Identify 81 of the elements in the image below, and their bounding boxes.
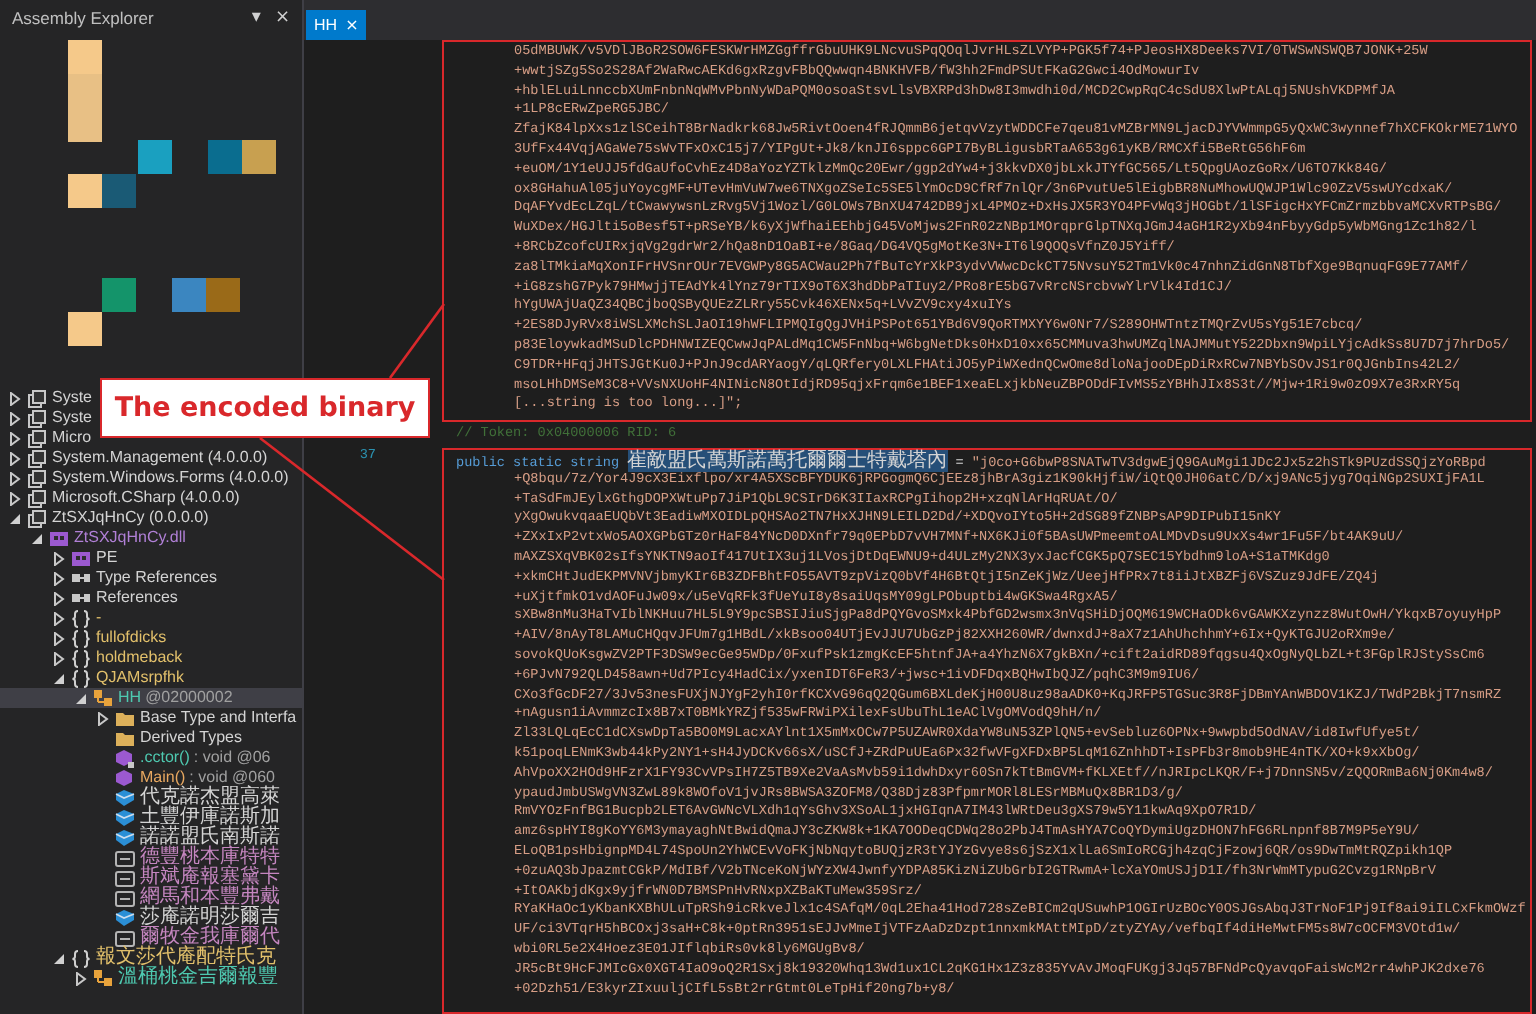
collapsed-arrow-icon[interactable] — [8, 431, 22, 445]
callout-label: The encoded binary — [100, 378, 430, 438]
tree-item[interactable]: 溫桶桃金吉爾報豐 — [0, 968, 278, 988]
collapsed-arrow-icon[interactable] — [52, 551, 66, 565]
expanded-arrow-icon[interactable] — [52, 671, 66, 685]
tree-item[interactable]: Derived Types — [0, 728, 242, 748]
property-icon — [114, 867, 136, 889]
class-icon — [92, 687, 114, 709]
collapsed-arrow-icon[interactable] — [96, 711, 110, 725]
assembly-icon — [26, 507, 48, 529]
tree-item[interactable]: Main() : void @060 — [0, 768, 275, 788]
tab-close-button[interactable]: × — [345, 16, 359, 34]
property-icon — [114, 887, 136, 909]
field-icon — [114, 827, 136, 849]
collapsed-arrow-icon[interactable] — [8, 491, 22, 505]
panel-title: Assembly Explorer — [12, 8, 156, 28]
expanded-arrow-icon[interactable] — [74, 691, 88, 705]
property-icon — [114, 927, 136, 949]
assembly-icon — [26, 387, 48, 409]
collapsed-arrow-icon[interactable] — [52, 591, 66, 605]
editor-tab[interactable]: HH × — [306, 10, 367, 40]
tree-item[interactable]: - — [0, 608, 102, 628]
collapsed-arrow-icon[interactable] — [52, 651, 66, 665]
tree-item[interactable]: holdmeback — [0, 648, 183, 668]
braces-icon — [70, 667, 92, 689]
expanded-arrow-icon[interactable] — [8, 511, 22, 525]
property-icon — [114, 847, 136, 869]
module-icon — [70, 547, 92, 569]
tree-item[interactable]: Syste — [0, 388, 93, 408]
assembly-icon — [26, 487, 48, 509]
tree-item[interactable]: .cctor() : void @06 — [0, 748, 271, 768]
tree-item[interactable]: 莎庵諾明莎爾吉 — [0, 908, 280, 928]
tree-item[interactable]: 德豐桃本庫特特 — [0, 848, 280, 868]
field-icon — [114, 807, 136, 829]
tree-item[interactable]: References — [0, 588, 178, 608]
tree-item[interactable]: ZtSXJqHnCy.dll — [0, 528, 186, 548]
tree-item[interactable]: 代克諾杰盟高萊 — [0, 788, 280, 808]
tree-item[interactable]: QJAMsrpfhk — [0, 668, 185, 688]
tree-item[interactable]: ZtSXJqHnCy (0.0.0.0) — [0, 508, 209, 528]
collapsed-arrow-icon[interactable] — [8, 451, 22, 465]
braces-icon — [70, 947, 92, 969]
braces-icon — [70, 627, 92, 649]
tree-item[interactable]: Syste — [0, 408, 93, 428]
field-icon — [114, 787, 136, 809]
tree-item[interactable]: 諾諾盟氏南斯諾 — [0, 828, 280, 848]
method-icon — [114, 747, 136, 769]
assembly-icon — [26, 447, 48, 469]
braces-icon — [70, 647, 92, 669]
assembly-icon — [26, 467, 48, 489]
collapsed-arrow-icon[interactable] — [52, 631, 66, 645]
tree-item[interactable]: Microsoft.CSharp (4.0.0.0) — [0, 488, 240, 508]
tree-item[interactable]: 爾牧金我庫爾代 — [0, 928, 280, 948]
collapsed-arrow-icon[interactable] — [8, 391, 22, 405]
close-button[interactable]: × — [270, 6, 294, 30]
collapsed-arrow-icon[interactable] — [8, 411, 22, 425]
braces-icon — [70, 607, 92, 629]
tree-item[interactable]: 報文莎代庵配特氏克 — [0, 948, 276, 968]
assembly-icon — [26, 427, 48, 449]
tree-item[interactable]: Base Type and Interfa — [0, 708, 297, 728]
module-icon — [48, 527, 70, 549]
expanded-arrow-icon[interactable] — [30, 531, 44, 545]
tree-item[interactable]: PE — [0, 548, 118, 568]
tree-item[interactable]: fullofdicks — [0, 628, 167, 648]
field-icon — [114, 907, 136, 929]
collapsed-arrow-icon[interactable] — [74, 971, 88, 985]
collapsed-arrow-icon[interactable] — [52, 571, 66, 585]
tree-item[interactable]: System.Management (4.0.0.0) — [0, 448, 268, 468]
pin-button[interactable]: ▾ — [247, 6, 265, 30]
method-icon — [114, 767, 136, 789]
class-icon — [92, 967, 114, 989]
expanded-arrow-icon[interactable] — [52, 951, 66, 965]
tree-item[interactable]: System.Windows.Forms (4.0.0.0) — [0, 468, 289, 488]
tree-item[interactable]: 土豐伊庫諾斯加 — [0, 808, 280, 828]
collapsed-arrow-icon[interactable] — [8, 471, 22, 485]
tree-item[interactable]: Micro — [0, 428, 92, 448]
tree-item[interactable]: 網馬和本豐弗戴 — [0, 888, 280, 908]
assembly-icon — [26, 407, 48, 429]
tree-item[interactable]: HH @02000002 — [0, 688, 302, 708]
tree-item[interactable]: Type References — [0, 568, 217, 588]
collapsed-arrow-icon[interactable] — [52, 611, 66, 625]
tree-item[interactable]: 斯斌庵報塞黛卡 — [0, 868, 280, 888]
